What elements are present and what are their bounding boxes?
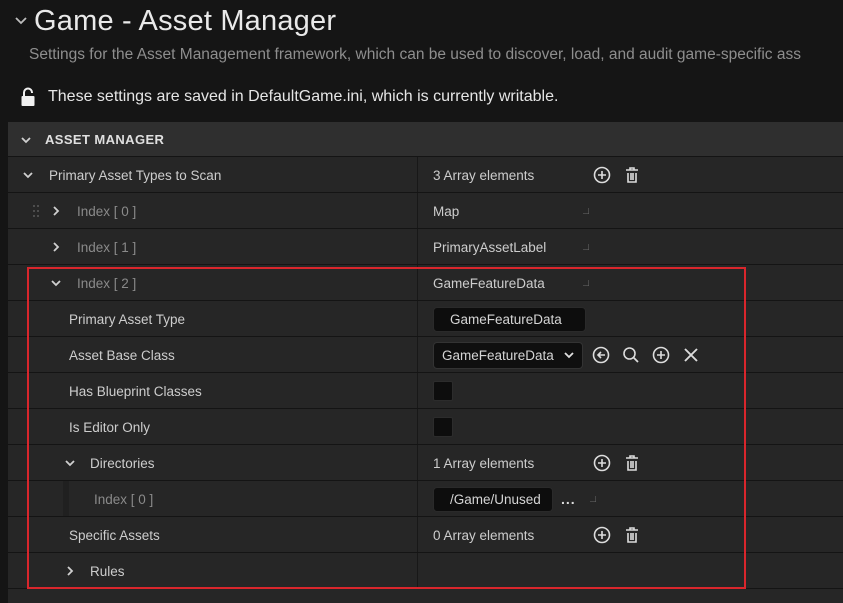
array-count: 3 Array elements xyxy=(433,167,535,183)
chevron-down-icon[interactable] xyxy=(21,135,31,145)
browse-button[interactable]: ... xyxy=(561,491,576,507)
trash-icon[interactable] xyxy=(622,525,642,545)
dropdown-corner-icon[interactable] xyxy=(583,244,589,250)
writable-notice-text: These settings are saved in DefaultGame.… xyxy=(48,88,559,105)
property-asset-base-class: Asset Base Class GameFeatureData xyxy=(8,337,843,373)
title-row[interactable]: Game - Asset Manager xyxy=(14,3,336,39)
section-header-asset-manager[interactable]: ASSET MANAGER xyxy=(8,122,843,157)
property-directories[interactable]: Directories 1 Array elements xyxy=(8,445,843,481)
directory-element-0[interactable]: Index [ 0 ] /Game/Unused ... xyxy=(8,481,843,517)
array-count: 1 Array elements xyxy=(433,455,535,471)
element-value[interactable]: Map xyxy=(433,204,583,219)
property-label: Is Editor Only xyxy=(69,419,151,435)
array-index-label: Index [ 0 ] xyxy=(94,491,154,507)
property-specific-assets: Specific Assets 0 Array elements xyxy=(8,517,843,553)
array-index-label: Index [ 1 ] xyxy=(77,239,137,255)
property-label: Asset Base Class xyxy=(69,347,175,363)
property-primary-asset-types[interactable]: Primary Asset Types to Scan 3 Array elem… xyxy=(8,157,843,193)
property-label: Specific Assets xyxy=(69,527,160,543)
chevron-right-icon[interactable] xyxy=(65,566,75,576)
property-rules[interactable]: Rules xyxy=(8,553,843,589)
chevron-down-icon xyxy=(564,352,574,359)
property-has-blueprint-classes: Has Blueprint Classes xyxy=(8,373,843,409)
element-value[interactable]: GameFeatureData xyxy=(433,276,583,291)
has-blueprint-classes-checkbox[interactable] xyxy=(433,381,453,401)
directory-path-input[interactable]: /Game/Unused xyxy=(433,486,553,512)
add-element-icon[interactable] xyxy=(592,165,612,185)
page-title: Game - Asset Manager xyxy=(34,4,337,37)
property-label: Directories xyxy=(90,455,155,471)
is-editor-only-checkbox[interactable] xyxy=(433,417,453,437)
primary-asset-type-input[interactable]: GameFeatureData xyxy=(433,306,586,332)
settings-header: Game - Asset Manager Settings for the As… xyxy=(0,0,843,124)
search-icon[interactable] xyxy=(621,345,641,365)
dropdown-value: GameFeatureData xyxy=(442,347,554,363)
clear-icon[interactable] xyxy=(681,345,701,365)
page-subtitle: Settings for the Asset Management framew… xyxy=(29,46,801,63)
details-panel: ASSET MANAGER Primary Asset Types to Sca… xyxy=(8,122,843,603)
property-label: Primary Asset Types to Scan xyxy=(49,167,222,183)
chevron-right-icon[interactable] xyxy=(51,242,61,252)
chevron-down-icon[interactable] xyxy=(51,278,61,288)
chevron-right-icon[interactable] xyxy=(51,206,61,216)
add-element-icon[interactable] xyxy=(592,453,612,473)
chevron-down-icon[interactable] xyxy=(14,14,28,28)
property-label: Has Blueprint Classes xyxy=(69,383,202,399)
property-label: Primary Asset Type xyxy=(69,311,186,327)
asset-base-class-dropdown[interactable]: GameFeatureData xyxy=(433,341,583,369)
array-element-1[interactable]: Index [ 1 ] PrimaryAssetLabel xyxy=(8,229,843,265)
array-element-2[interactable]: Index [ 2 ] GameFeatureData xyxy=(8,265,843,301)
indent-bar xyxy=(63,481,69,517)
array-index-label: Index [ 0 ] xyxy=(77,203,137,219)
add-icon[interactable] xyxy=(651,345,671,365)
writable-notice: These settings are saved in DefaultGame.… xyxy=(20,86,558,108)
trash-icon[interactable] xyxy=(622,165,642,185)
dropdown-corner-icon[interactable] xyxy=(583,280,589,286)
dropdown-corner-icon[interactable] xyxy=(583,208,589,214)
trash-icon[interactable] xyxy=(622,453,642,473)
property-primary-asset-type: Primary Asset Type GameFeatureData xyxy=(8,301,843,337)
use-selected-icon[interactable] xyxy=(591,345,611,365)
chevron-down-icon[interactable] xyxy=(65,458,75,468)
array-index-label: Index [ 2 ] xyxy=(77,275,137,291)
dropdown-corner-icon[interactable] xyxy=(589,496,596,502)
property-is-editor-only: Is Editor Only xyxy=(8,409,843,445)
unlock-icon xyxy=(21,87,35,106)
array-element-0[interactable]: Index [ 0 ] Map xyxy=(8,193,843,229)
section-label: ASSET MANAGER xyxy=(45,132,165,147)
array-count: 0 Array elements xyxy=(433,527,535,543)
element-value[interactable]: PrimaryAssetLabel xyxy=(433,240,583,255)
drag-handle-icon[interactable] xyxy=(32,204,40,218)
property-label: Rules xyxy=(90,563,125,579)
chevron-down-icon[interactable] xyxy=(23,170,33,180)
add-element-icon[interactable] xyxy=(592,525,612,545)
